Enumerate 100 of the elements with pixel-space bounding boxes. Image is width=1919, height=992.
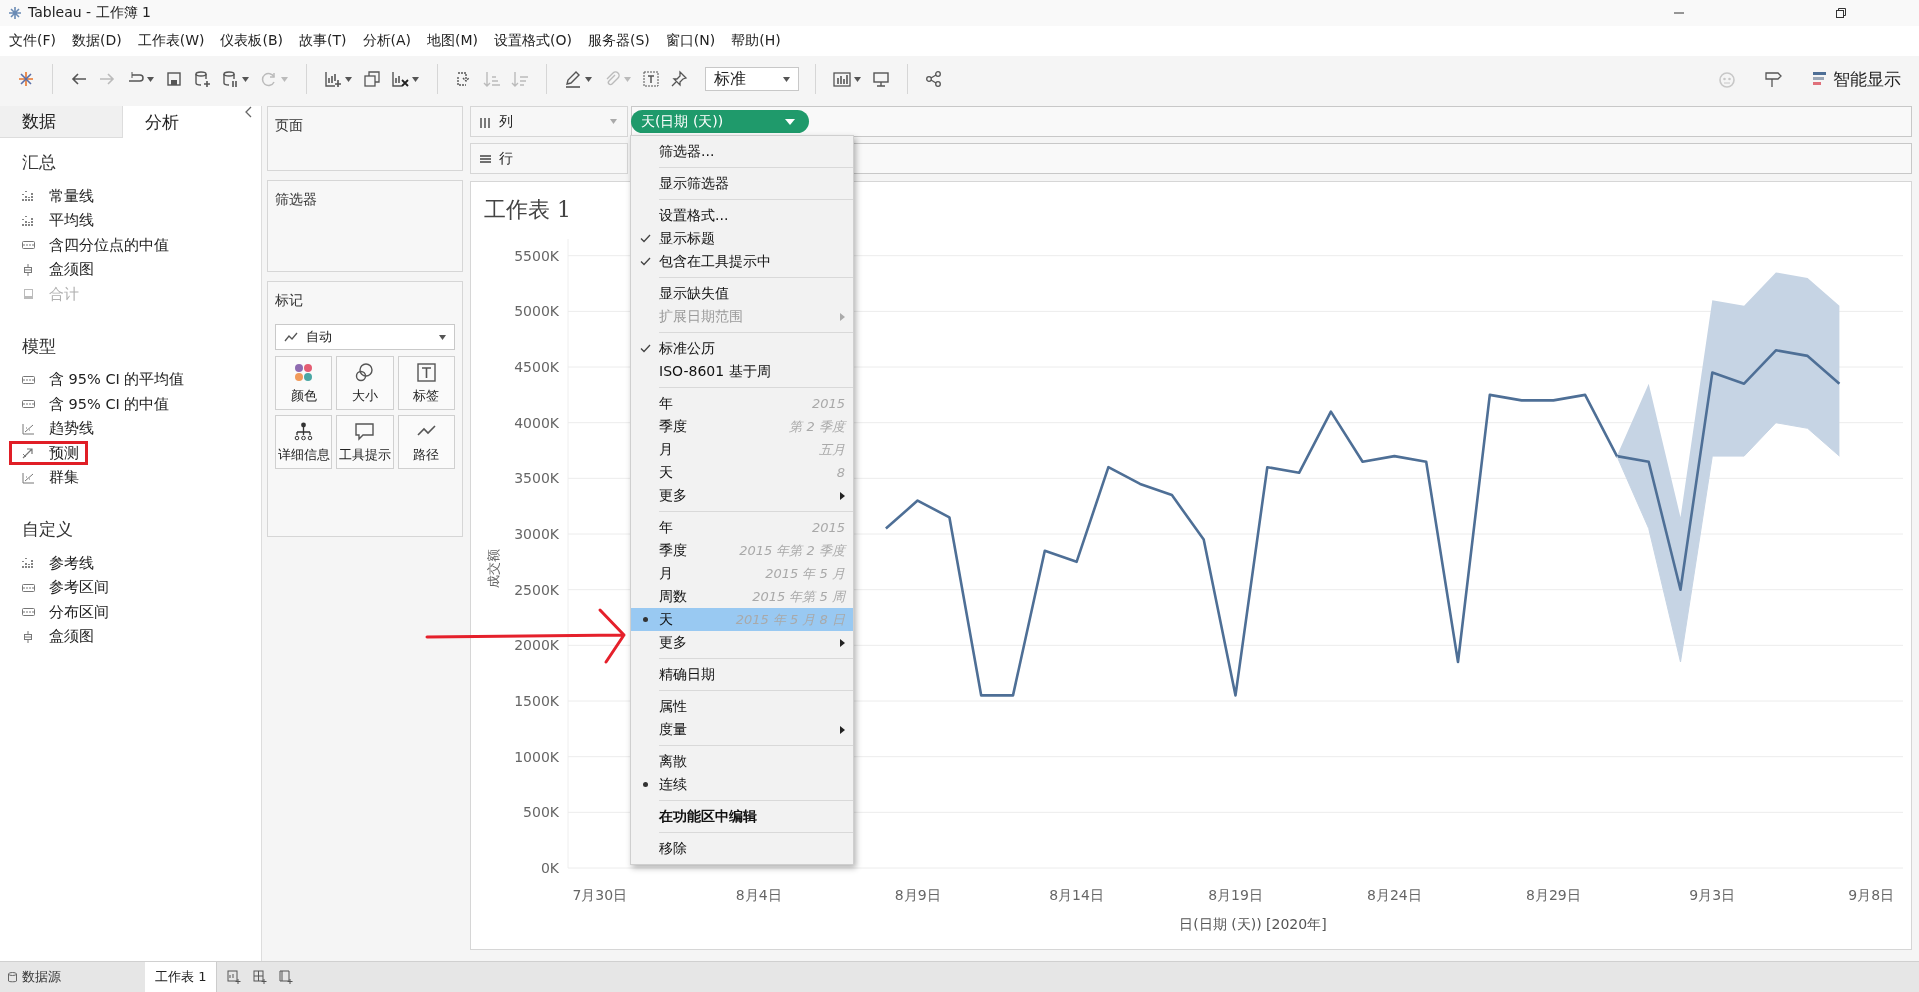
text-box-icon[interactable] [641,69,661,89]
caret-icon[interactable] [147,76,154,82]
new-chart-icon[interactable] [323,69,343,89]
mark-type-dropdown[interactable]: 自动 [275,324,455,350]
bar-chart-icon[interactable] [832,69,852,89]
menu-item[interactable]: ISO-8601 基于周 [631,360,853,383]
y-tick-label: 1500K [514,693,559,709]
menu-item[interactable]: 月 2015 年 5 月 [631,562,853,585]
caret-icon[interactable] [412,76,419,82]
analytics-item[interactable]: 预测 [49,443,79,463]
menu-item[interactable]: 更多 [631,484,853,507]
fit-dropdown[interactable]: 标准 [705,67,799,91]
menu-item[interactable]: 显示筛选器 [631,172,853,195]
sheet-tab[interactable]: 工作表 1 [145,962,218,992]
x-tick-label: 8月29日 [1526,887,1581,903]
mark-property-button[interactable]: 详细信息 [275,415,333,469]
presentation-icon[interactable] [871,69,891,89]
caret-icon[interactable] [585,76,592,82]
analytics-item[interactable]: 含四分位点的中值 [49,235,169,255]
mark-property-button[interactable]: 大小 [336,356,394,410]
menu-item[interactable]: 天 8 [631,461,853,484]
box-plot-icon [22,263,35,276]
signpost-icon[interactable] [1763,69,1783,89]
mark-property-button[interactable]: 路径 [397,415,455,469]
mark-property-button[interactable]: 工具提示 [336,415,394,469]
app-logo-icon[interactable] [16,69,36,89]
menu-item[interactable]: 数据(D) [64,29,130,53]
analytics-item[interactable]: 盒须图 [49,260,94,280]
caret-icon[interactable] [345,76,352,82]
caret-icon[interactable] [242,76,249,82]
mark-property-button[interactable]: 颜色 [275,356,333,410]
analytics-item[interactable]: 参考线 [49,553,94,573]
y-tick-label: 0K [540,860,559,876]
new-story-icon[interactable] [279,970,294,984]
database-add-icon[interactable] [192,69,212,89]
caret-icon[interactable] [854,76,861,82]
analytics-item[interactable]: 含 95% CI 的平均值 [49,370,185,390]
menu-item[interactable]: 故事(T) [291,29,355,53]
analytics-item[interactable]: 含 95% CI 的中值 [49,394,170,414]
database-pause-icon[interactable] [220,69,240,89]
menu-item[interactable]: 在功能区中编辑 [631,805,853,828]
analytics-item[interactable]: 群集 [49,468,79,488]
card-title: 筛选器 [275,191,317,207]
menu-item[interactable]: 季度 2015 年第 2 季度 [631,539,853,562]
analytics-item[interactable]: 分布区间 [49,602,109,622]
menu-item[interactable]: 窗口(N) [657,29,724,53]
menu-item[interactable]: 筛选器... [631,140,853,163]
mark-property-button[interactable]: 标签 [397,356,455,410]
menu-item[interactable]: 周数 2015 年第 5 周 [631,585,853,608]
field-pill[interactable]: 天(日期 (天)) [631,110,809,133]
color-icon [293,361,315,383]
menu-item[interactable]: 离散 [631,750,853,773]
share-icon[interactable] [924,69,944,89]
menu-item[interactable]: 更多 [631,631,853,654]
clear-sheet-icon[interactable] [390,69,410,89]
menu-item[interactable]: 地图(M) [419,29,487,53]
caret-icon[interactable] [439,334,446,340]
menu-item[interactable]: 文件(F) [1,29,64,53]
analytics-item[interactable]: 盒须图 [49,627,94,647]
highlighter-icon[interactable] [563,69,583,89]
menu-item[interactable]: 年 2015 [631,516,853,539]
menu-item[interactable]: 显示标题 [631,227,853,250]
restore-icon[interactable] [1835,7,1847,19]
menu-item[interactable]: 分析(A) [354,29,419,53]
menu-item[interactable]: 帮助(H) [723,29,789,53]
menu-item[interactable]: 工作表(W) [129,29,213,53]
menu-item[interactable]: 设置格式(O) [486,29,580,53]
analytics-item[interactable]: 参考区间 [49,578,109,598]
menu-item[interactable]: 仪表板(B) [212,29,291,53]
columns-shelf[interactable]: 天(日期 (天)) [631,106,1912,137]
menu-item[interactable]: 连续 [631,773,853,796]
new-worksheet-icon[interactable] [227,970,242,984]
analytics-item[interactable]: 趋势线 [49,419,94,439]
save-icon[interactable] [164,69,184,89]
show-me-button[interactable]: 智能显示 [1809,65,1905,93]
menu-item[interactable]: 度量 [631,718,853,741]
menu-item[interactable]: 标准公历 [631,337,853,360]
menu-item[interactable]: 年 2015 [631,392,853,415]
collapse-icon[interactable] [245,106,253,118]
menu-item[interactable]: 属性 [631,695,853,718]
menu-item[interactable]: 移除 [631,837,853,860]
menu-item[interactable]: 月 五月 [631,438,853,461]
caret-icon[interactable] [785,118,795,125]
panel-tab[interactable]: 数据 [0,106,123,138]
caret-icon[interactable] [783,76,790,82]
menu-item[interactable]: 服务器(S) [580,29,658,53]
menu-item[interactable]: 天 2015 年 5 月 8 日 [631,608,853,631]
x-tick-label: 7月30日 [572,887,628,903]
analytics-item[interactable]: 常量线 [49,186,94,206]
data-source-tab[interactable]: 数据源 [0,962,145,992]
submenu-arrow-icon [840,725,845,734]
menu-item[interactable]: 包含在工具提示中 [631,250,853,273]
pin-icon[interactable] [669,69,689,89]
new-dashboard-icon[interactable] [253,970,268,984]
menu-item[interactable]: 显示缺失值 [631,282,853,305]
menu-item[interactable]: 精确日期 [631,663,853,686]
menu-item[interactable]: 季度 第 2 季度 [631,415,853,438]
analytics-item[interactable]: 平均线 [49,211,94,231]
duplicate-icon[interactable] [362,69,382,89]
menu-item[interactable]: 设置格式... [631,204,853,227]
